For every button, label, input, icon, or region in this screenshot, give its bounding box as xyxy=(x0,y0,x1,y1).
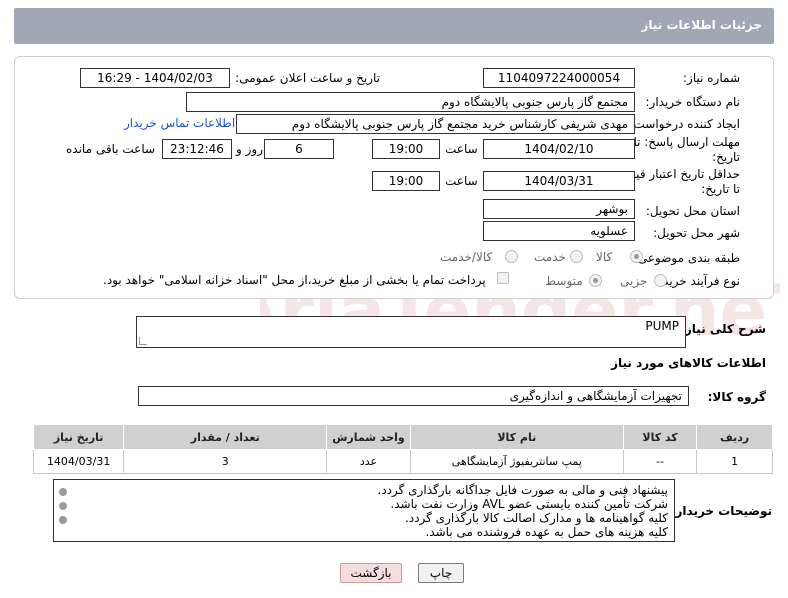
buyer-note-line: کلیه گواهینامه ها و مدارک اصالت کالا بار… xyxy=(405,511,668,525)
cell-goods-code: -- xyxy=(622,449,698,474)
treasury-payment-checkbox[interactable] xyxy=(497,272,509,284)
category-radio-goods-service[interactable] xyxy=(505,250,518,263)
need-number-label: شماره نیاز: xyxy=(683,71,740,85)
city-label: شهر محل تحویل: xyxy=(653,226,740,240)
col-header-name: نام کالا xyxy=(409,424,624,450)
reply-time-label: ساعت xyxy=(445,142,478,156)
scroll-thumb-icon[interactable] xyxy=(59,502,67,510)
reply-deadline-time-field[interactable]: 19:00 xyxy=(372,139,440,159)
page-title: جزئیات اطلاعات نیاز xyxy=(641,18,762,32)
reply-deadline-date-field[interactable]: 1404/02/10 xyxy=(483,139,635,159)
description-textarea[interactable]: PUMP xyxy=(136,316,686,348)
header-bar: جزئیات اطلاعات نیاز xyxy=(14,8,774,44)
city-field[interactable]: عسلویه xyxy=(483,221,635,241)
back-button[interactable]: بازگشت xyxy=(340,563,402,583)
buyer-notes-textarea[interactable]: پیشنهاد فنی و مالی به صورت فایل جداگانه … xyxy=(53,479,675,542)
requester-label: ایجاد کننده درخواست: xyxy=(629,117,740,131)
requester-field[interactable]: مهدی شریفی کارشناس خرید مجتمع گاز پارس ج… xyxy=(236,114,635,134)
buyer-notes-label: توضیحات خریدار: xyxy=(670,504,772,518)
table-row[interactable]: 1 -- پمپ سانتریفیوژ آزمایشگاهی عدد 3 140… xyxy=(32,449,773,474)
col-header-code: کد کالا xyxy=(622,424,698,450)
category-radio-service[interactable] xyxy=(570,250,583,263)
resize-grip-icon[interactable] xyxy=(139,337,147,345)
category-radio-goods[interactable] xyxy=(630,250,643,263)
description-label: شرح کلی نیاز: xyxy=(680,322,766,336)
cell-quantity: 3 xyxy=(123,449,328,474)
goods-info-title: اطلاعات کالاهای مورد نیاز xyxy=(611,356,766,370)
process-radio-minor[interactable] xyxy=(654,274,667,287)
cell-goods-name: پمپ سانتریفیوژ آزمایشگاهی xyxy=(409,449,624,474)
description-text: PUMP xyxy=(645,319,679,333)
province-label: استان محل تحویل: xyxy=(645,204,740,218)
reply-deadline-label: مهلت ارسال پاسخ: تا xyxy=(633,135,740,149)
price-time-label: ساعت xyxy=(445,174,478,188)
goods-table-header: ردیف کد کالا نام کالا واحد شمارش تعداد /… xyxy=(32,424,773,450)
announce-datetime-field[interactable]: 1404/02/03 - 16:29 xyxy=(80,68,230,88)
col-header-qty: تعداد / مقدار xyxy=(123,424,328,450)
process-option-medium: متوسط xyxy=(545,274,583,288)
process-type-label: نوع فرآیند خرید : xyxy=(655,274,740,288)
remaining-label: ساعت باقی مانده xyxy=(66,142,156,156)
buyer-contact-link[interactable]: اطلاعات تماس خریدار xyxy=(124,116,235,130)
category-label: طبقه بندی موضوعی: xyxy=(633,251,740,265)
col-header-unit: واحد شمارش xyxy=(326,424,411,450)
notes-scrollbar[interactable] xyxy=(56,482,70,540)
need-number-field[interactable]: 1104097224000054 xyxy=(483,68,635,88)
print-button[interactable]: چاپ xyxy=(418,563,464,583)
treasury-payment-note: پرداخت تمام یا بخشی از مبلغ خرید،از محل … xyxy=(103,273,486,287)
buyer-org-label: نام دستگاه خریدار: xyxy=(645,95,741,109)
price-validity-label-date: تا تاریخ: xyxy=(701,182,740,196)
goods-table: ردیف کد کالا نام کالا واحد شمارش تعداد /… xyxy=(32,424,773,474)
goods-group-field[interactable]: تجهیزات آزمایشگاهی و اندازه‌گیری xyxy=(138,386,689,406)
buyer-note-line: شرکت تأمین کننده بایستی عضو AVL وزارت نف… xyxy=(390,497,668,511)
category-option-goods: کالا xyxy=(596,250,613,264)
cell-row-number: 1 xyxy=(696,449,773,474)
remaining-time-field[interactable]: 23:12:46 xyxy=(162,139,232,159)
province-field[interactable]: بوشهر xyxy=(483,199,635,219)
cell-need-date: 1404/03/31 xyxy=(32,449,125,474)
buyer-org-field[interactable]: مجتمع گاز پارس جنوبی پالایشگاه دوم xyxy=(186,92,635,112)
process-radio-medium[interactable] xyxy=(589,274,602,287)
announce-datetime-label: تاریخ و ساعت اعلان عمومی: xyxy=(235,71,380,85)
goods-group-label: گروه کالا: xyxy=(707,390,766,404)
remaining-days-field[interactable]: 6 xyxy=(264,139,334,159)
col-header-row: ردیف xyxy=(696,424,773,450)
cell-unit: عدد xyxy=(326,449,411,474)
process-option-minor: جزیی xyxy=(620,274,648,288)
reply-deadline-label-date: تاریخ: xyxy=(712,150,740,164)
scroll-up-icon[interactable] xyxy=(59,488,67,496)
category-option-service: خدمت xyxy=(534,250,566,264)
category-option-goods-service: کالا/خدمت xyxy=(440,250,493,264)
days-label: روز و xyxy=(236,142,263,156)
buyer-note-line: پیشنهاد فنی و مالی به صورت فایل جداگانه … xyxy=(377,483,668,497)
price-validity-date-field[interactable]: 1404/03/31 xyxy=(483,171,635,191)
col-header-date: تاریخ نیاز xyxy=(32,424,125,450)
price-validity-time-field[interactable]: 19:00 xyxy=(372,171,440,191)
scroll-down-icon[interactable] xyxy=(59,516,67,524)
buyer-note-line: کلیه هزینه های حمل به عهده فروشنده می با… xyxy=(425,525,668,539)
